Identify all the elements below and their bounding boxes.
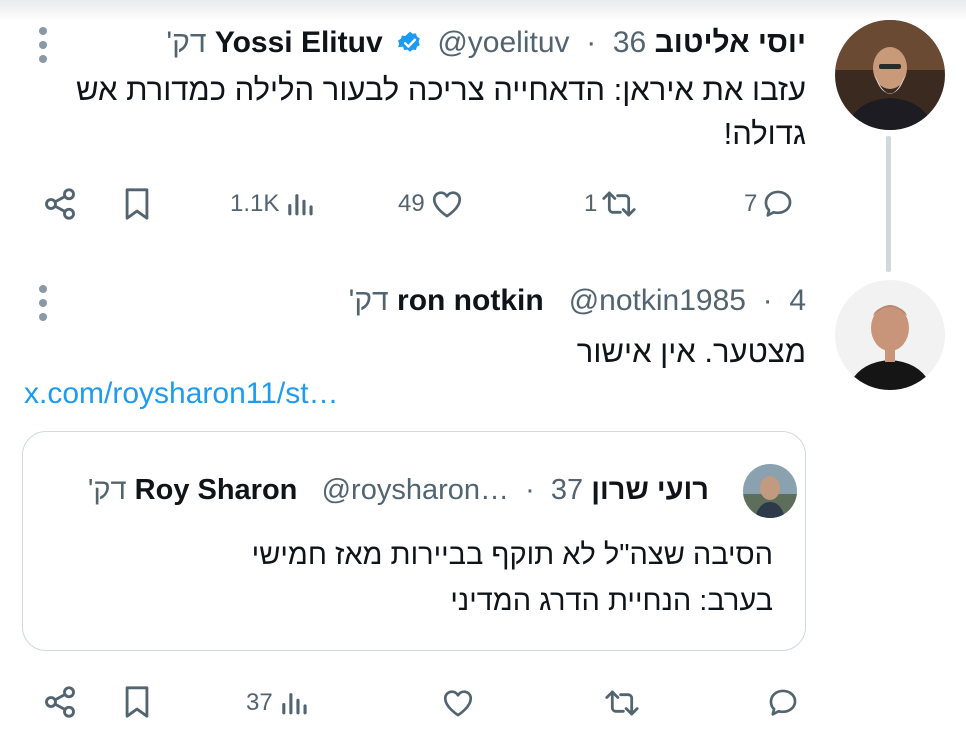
reply-count: 7 — [744, 190, 758, 217]
views-count: 37 — [246, 689, 273, 716]
tweet-text: עזבו את איראן: הדאחייה צריכה לבעור הלילה… — [76, 72, 806, 151]
avatar-ron[interactable] — [835, 280, 945, 390]
separator-dot: · — [517, 474, 543, 506]
handle[interactable]: @yoelituv — [437, 26, 569, 59]
reply-button[interactable]: 7 — [744, 184, 795, 224]
share-icon — [45, 686, 75, 718]
share-icon — [45, 188, 75, 220]
quote-header: רועי שרון Roy Sharon @roysharon… · 37 דק… — [88, 470, 709, 510]
quote-text: הסיבה שצה"ל לא תוקף בביירות מאז חמישי בע… — [251, 539, 773, 617]
views-icon — [281, 693, 307, 715]
views-icon — [288, 194, 313, 216]
avatar-yossi[interactable] — [835, 20, 945, 130]
retweet-count: 1 — [584, 190, 598, 217]
bookmark-icon — [125, 188, 149, 220]
retweet-button[interactable]: 1 — [584, 184, 637, 224]
like-button[interactable]: 49 — [398, 184, 465, 224]
separator-dot: · — [754, 284, 781, 318]
like-count: 49 — [398, 190, 425, 217]
separator-space — [305, 474, 313, 506]
verified-badge-icon — [398, 31, 420, 52]
bookmark-icon — [125, 686, 149, 718]
views-count: 1.1K — [230, 190, 280, 217]
tweet-1-header: יוסי אליטוב Yossi Elituv @yoelituv · 36 … — [166, 22, 806, 63]
bookmark-button[interactable] — [120, 682, 154, 722]
thread-line — [886, 136, 891, 272]
share-button[interactable] — [42, 184, 78, 224]
reply-icon — [764, 190, 792, 217]
bookmark-button[interactable] — [120, 184, 154, 224]
like-button[interactable] — [440, 683, 476, 723]
views-button[interactable]: 37 — [246, 683, 313, 723]
retweet-button[interactable] — [604, 683, 640, 723]
reply-icon — [769, 689, 797, 716]
top-fade — [0, 0, 966, 22]
tweet-text: מצטער. אין אישור — [576, 334, 806, 369]
quote-handle[interactable]: @roysharon… — [322, 474, 509, 506]
like-icon — [443, 690, 473, 717]
quoted-tweet-card[interactable]: רועי שרון Roy Sharon @roysharon… · 37 דק… — [22, 431, 806, 651]
views-button[interactable]: 1.1K — [230, 184, 319, 224]
more-dots-icon[interactable] — [36, 283, 50, 323]
retweet-icon — [605, 690, 639, 716]
like-icon — [432, 191, 461, 218]
tweet-link[interactable]: x.com/roysharon11/st… — [24, 374, 339, 414]
separator-dot: · — [577, 26, 605, 60]
retweet-icon — [602, 191, 636, 217]
tweet-2-header: ron notkin @notkin1985 · 4 דק' — [349, 280, 806, 321]
more-dots-icon[interactable] — [36, 25, 50, 65]
handle[interactable]: @notkin1985 — [569, 284, 746, 317]
reply-button[interactable] — [766, 683, 800, 723]
share-button[interactable] — [42, 682, 78, 722]
display-name[interactable]: ron notkin — [397, 284, 544, 317]
avatar-roy[interactable] — [743, 464, 797, 518]
separator-space — [552, 284, 560, 317]
